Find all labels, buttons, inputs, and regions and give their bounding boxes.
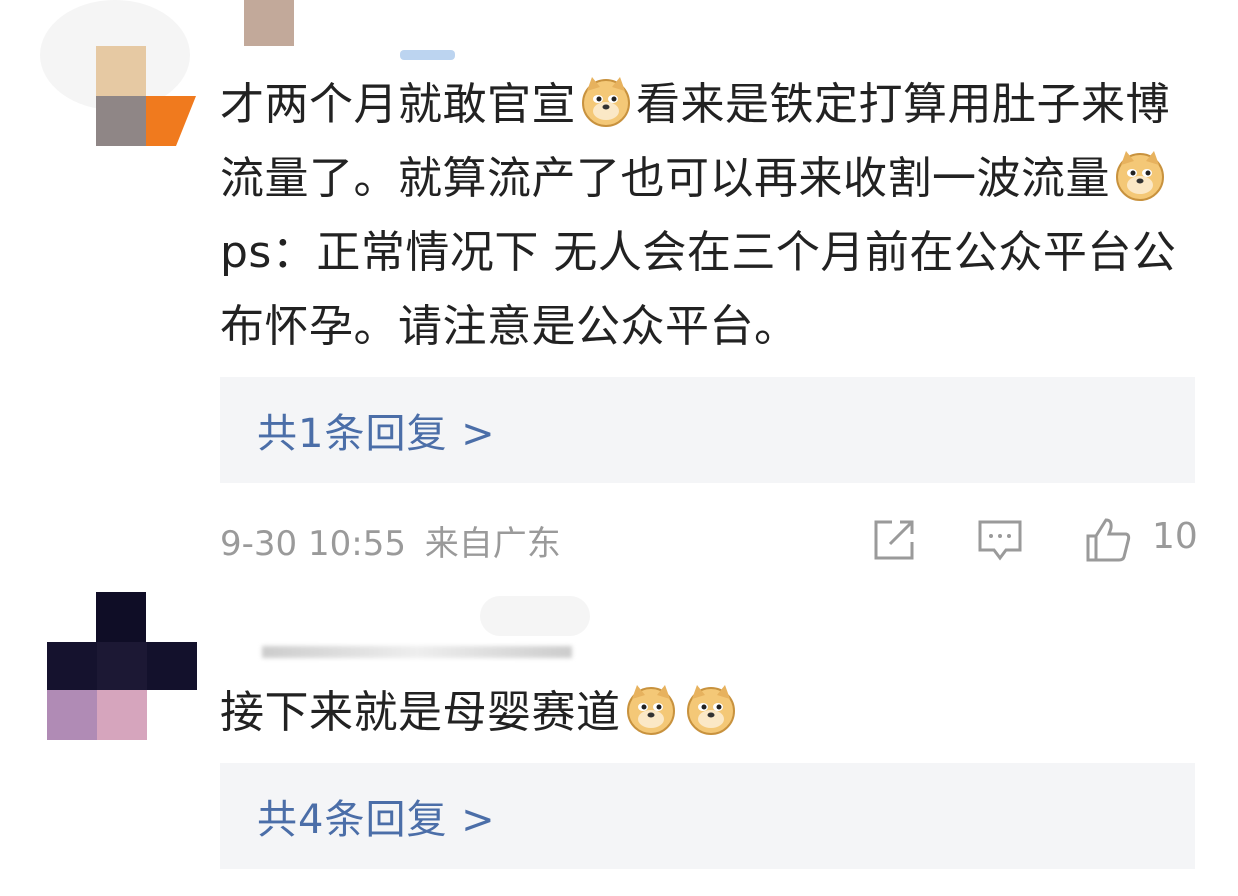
doge-emoji bbox=[686, 685, 735, 735]
doge-emoji bbox=[582, 77, 630, 127]
comment-date: 9-30 10:55 bbox=[220, 524, 406, 564]
share-icon[interactable] bbox=[870, 516, 918, 564]
mosaic-tile bbox=[97, 642, 147, 690]
doge-emoji bbox=[626, 685, 675, 735]
name-blur bbox=[262, 646, 572, 658]
mosaic-tile bbox=[47, 690, 97, 740]
comment-text-part: 接下来就是母婴赛道 bbox=[220, 687, 621, 738]
mosaic-tile bbox=[400, 50, 455, 60]
comment-text-part: 才两个月就敢官宣 bbox=[220, 79, 576, 130]
name-blur bbox=[480, 596, 590, 636]
like-count: 10 bbox=[1152, 516, 1198, 557]
mosaic-tile bbox=[96, 46, 146, 96]
mosaic-tile bbox=[97, 690, 147, 740]
comment-text: 才两个月就敢官宣 看来是铁定打算用肚子来博流量了。就算流产了也可以再来收割一波流… bbox=[220, 68, 1210, 364]
comment-text-part: ps：正常情况下 无人会在三个月前在公众平台公布怀孕。请注意是公众平台。 bbox=[220, 227, 1177, 352]
doge-emoji bbox=[1116, 151, 1164, 201]
mosaic-tile bbox=[146, 96, 196, 146]
mosaic-tile bbox=[96, 592, 146, 642]
mosaic-tile bbox=[47, 642, 97, 690]
mosaic-tile bbox=[244, 0, 294, 46]
comment-meta: 9-30 10:55 来自广东 bbox=[220, 516, 561, 565]
comment-icon[interactable] bbox=[976, 516, 1024, 564]
mosaic-tile bbox=[147, 642, 197, 690]
view-replies-button[interactable]: 共1条回复 > bbox=[220, 377, 1195, 483]
like-icon[interactable] bbox=[1084, 516, 1132, 564]
mosaic-tile bbox=[96, 96, 146, 146]
comment-location: 来自广东 bbox=[424, 524, 561, 564]
comment-text: 接下来就是母婴赛道 bbox=[220, 676, 1210, 750]
view-replies-button[interactable]: 共4条回复 > bbox=[220, 763, 1195, 869]
